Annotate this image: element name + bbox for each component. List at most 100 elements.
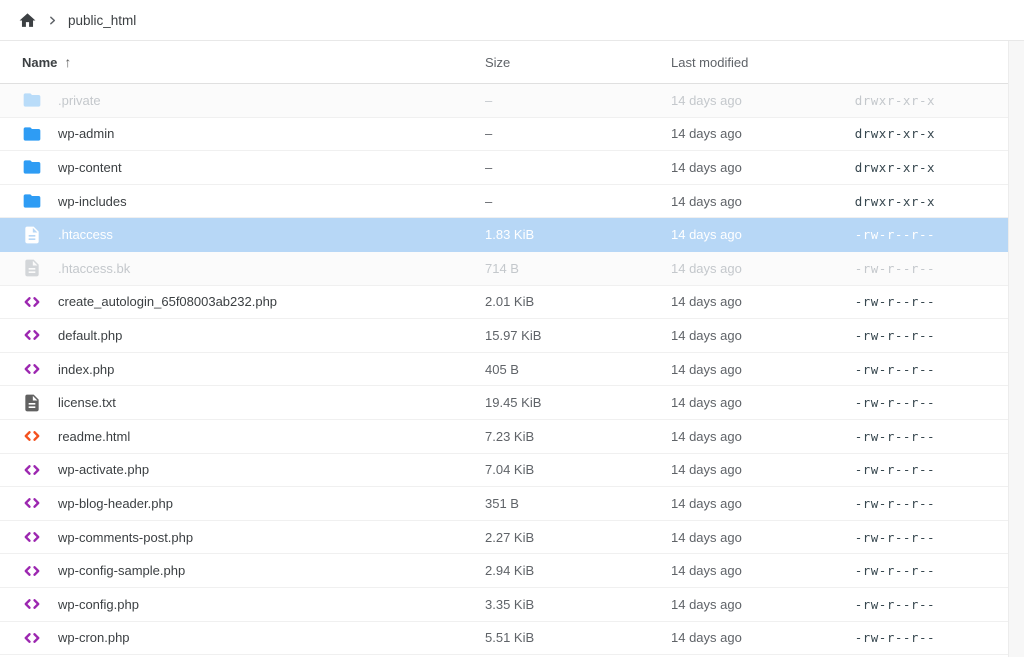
file-name: .htaccess xyxy=(58,227,485,242)
file-modified: 14 days ago xyxy=(671,160,855,175)
file-icon xyxy=(22,393,42,413)
file-modified: 14 days ago xyxy=(671,294,855,309)
folder-icon xyxy=(22,124,42,144)
file-modified: 14 days ago xyxy=(671,93,855,108)
file-modified: 14 days ago xyxy=(671,261,855,276)
table-row[interactable]: readme.html 7.23 KiB 14 days ago -rw-r--… xyxy=(0,420,1008,454)
file-size: 7.23 KiB xyxy=(485,429,671,444)
table-row[interactable]: wp-comments-post.php 2.27 KiB 14 days ag… xyxy=(0,521,1008,555)
file-size: 7.04 KiB xyxy=(485,462,671,477)
chevron-right-icon xyxy=(47,15,58,26)
file-size: 5.51 KiB xyxy=(485,630,671,645)
file-name: wp-admin xyxy=(58,126,485,141)
file-modified: 14 days ago xyxy=(671,194,855,209)
file-name: default.php xyxy=(58,328,485,343)
table-row[interactable]: default.php 15.97 KiB 14 days ago -rw-r-… xyxy=(0,319,1008,353)
file-size: 405 B xyxy=(485,362,671,377)
file-permissions: drwxr-xr-x xyxy=(855,160,1008,175)
breadcrumb-path[interactable]: public_html xyxy=(68,13,136,28)
table-row[interactable]: .private – 14 days ago drwxr-xr-x xyxy=(0,84,1008,118)
file-permissions: -rw-r--r-- xyxy=(855,530,1008,545)
file-name: wp-includes xyxy=(58,194,485,209)
table-row[interactable]: wp-config.php 3.35 KiB 14 days ago -rw-r… xyxy=(0,588,1008,622)
table-row[interactable]: .htaccess 1.83 KiB 14 days ago -rw-r--r-… xyxy=(0,218,1008,252)
file-permissions: drwxr-xr-x xyxy=(855,126,1008,141)
code-icon xyxy=(22,628,42,648)
file-name: wp-cron.php xyxy=(58,630,485,645)
folder-icon xyxy=(22,90,42,110)
file-name: wp-config-sample.php xyxy=(58,563,485,578)
file-size: – xyxy=(485,194,671,209)
code-icon xyxy=(22,292,42,312)
file-size: – xyxy=(485,126,671,141)
file-modified: 14 days ago xyxy=(671,462,855,477)
file-modified: 14 days ago xyxy=(671,530,855,545)
file-name: .htaccess.bk xyxy=(58,261,485,276)
file-permissions: -rw-r--r-- xyxy=(855,362,1008,377)
file-size: 1.83 KiB xyxy=(485,227,671,242)
sort-ascending-icon: ↑ xyxy=(64,54,71,70)
code-icon xyxy=(22,527,42,547)
folder-icon xyxy=(22,157,42,177)
file-permissions: -rw-r--r-- xyxy=(855,261,1008,276)
file-modified: 14 days ago xyxy=(671,395,855,410)
file-size: – xyxy=(485,93,671,108)
home-icon xyxy=(18,11,37,30)
code-icon xyxy=(22,493,42,513)
file-modified: 14 days ago xyxy=(671,597,855,612)
column-header-size[interactable]: Size xyxy=(485,55,671,70)
home-button[interactable] xyxy=(18,11,37,30)
table-row[interactable]: wp-includes – 14 days ago drwxr-xr-x xyxy=(0,185,1008,219)
file-size: 351 B xyxy=(485,496,671,511)
table-row[interactable]: wp-activate.php 7.04 KiB 14 days ago -rw… xyxy=(0,454,1008,488)
file-size: 3.35 KiB xyxy=(485,597,671,612)
breadcrumb: public_html xyxy=(0,0,1024,41)
file-size: 15.97 KiB xyxy=(485,328,671,343)
table-row[interactable]: wp-config-sample.php 2.94 KiB 14 days ag… xyxy=(0,554,1008,588)
file-name: license.txt xyxy=(58,395,485,410)
table-row[interactable]: .htaccess.bk 714 B 14 days ago -rw-r--r-… xyxy=(0,252,1008,286)
table-header: Name ↑ Size Last modified xyxy=(0,41,1008,84)
table-row[interactable]: wp-content – 14 days ago drwxr-xr-x xyxy=(0,151,1008,185)
code-icon xyxy=(22,460,42,480)
file-name: create_autologin_65f08003ab232.php xyxy=(58,294,485,309)
table-row[interactable]: license.txt 19.45 KiB 14 days ago -rw-r-… xyxy=(0,386,1008,420)
table-row[interactable]: index.php 405 B 14 days ago -rw-r--r-- xyxy=(0,353,1008,387)
table-row[interactable]: create_autologin_65f08003ab232.php 2.01 … xyxy=(0,286,1008,320)
file-permissions: -rw-r--r-- xyxy=(855,429,1008,444)
file-size: 2.27 KiB xyxy=(485,530,671,545)
file-size: 19.45 KiB xyxy=(485,395,671,410)
file-size: 714 B xyxy=(485,261,671,276)
file-name: wp-blog-header.php xyxy=(58,496,485,511)
column-header-name[interactable]: Name ↑ xyxy=(22,54,485,70)
file-name: readme.html xyxy=(58,429,485,444)
folder-icon xyxy=(22,191,42,211)
file-modified: 14 days ago xyxy=(671,227,855,242)
file-name: wp-comments-post.php xyxy=(58,530,485,545)
scrollbar[interactable] xyxy=(1008,41,1024,657)
file-permissions: -rw-r--r-- xyxy=(855,227,1008,242)
code-icon xyxy=(22,426,42,446)
file-size: – xyxy=(485,160,671,175)
code-icon xyxy=(22,359,42,379)
file-modified: 14 days ago xyxy=(671,496,855,511)
file-permissions: -rw-r--r-- xyxy=(855,462,1008,477)
file-size: 2.94 KiB xyxy=(485,563,671,578)
file-modified: 14 days ago xyxy=(671,362,855,377)
file-manager: public_html Name ↑ Size Last modified .p… xyxy=(0,0,1024,657)
file-name: wp-activate.php xyxy=(58,462,485,477)
table-row[interactable]: wp-admin – 14 days ago drwxr-xr-x xyxy=(0,118,1008,152)
file-name: wp-content xyxy=(58,160,485,175)
file-permissions: -rw-r--r-- xyxy=(855,563,1008,578)
file-permissions: drwxr-xr-x xyxy=(855,194,1008,209)
table-row[interactable]: wp-cron.php 5.51 KiB 14 days ago -rw-r--… xyxy=(0,622,1008,656)
file-name: index.php xyxy=(58,362,485,377)
code-icon xyxy=(22,594,42,614)
file-permissions: -rw-r--r-- xyxy=(855,597,1008,612)
file-list: .private – 14 days ago drwxr-xr-x wp-adm… xyxy=(0,84,1008,655)
file-permissions: -rw-r--r-- xyxy=(855,496,1008,511)
file-name: wp-config.php xyxy=(58,597,485,612)
code-icon xyxy=(22,325,42,345)
column-header-last-modified[interactable]: Last modified xyxy=(671,55,1008,70)
table-row[interactable]: wp-blog-header.php 351 B 14 days ago -rw… xyxy=(0,487,1008,521)
